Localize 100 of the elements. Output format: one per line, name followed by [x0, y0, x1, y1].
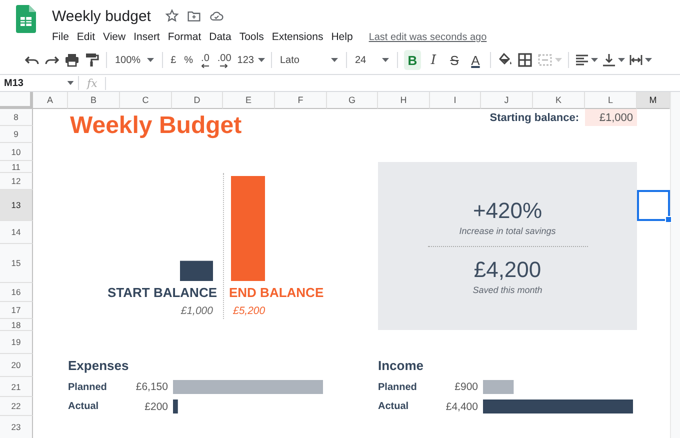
vertical-scrollbar[interactable] — [670, 92, 680, 438]
merge-cells-button[interactable] — [536, 52, 562, 68]
paint-roller-icon[interactable] — [84, 52, 100, 68]
caret-icon — [382, 58, 389, 62]
starting-balance-label: Starting balance: — [488, 112, 580, 124]
row-header[interactable]: 10 — [0, 143, 33, 161]
caret-icon — [146, 58, 154, 62]
menu-item[interactable]: Edit — [76, 31, 96, 43]
row-header[interactable]: 21 — [0, 377, 33, 397]
column-header[interactable]: L — [585, 92, 637, 109]
column-header[interactable]: I — [430, 92, 481, 109]
section-title: Expenses — [68, 358, 130, 373]
row-header[interactable]: 20 — [0, 354, 33, 377]
menu-item[interactable]: Help — [331, 31, 353, 43]
stat-caption: Increase in total savings — [459, 226, 556, 236]
value-label: £900 — [454, 381, 479, 393]
menu-item[interactable]: View — [103, 31, 126, 43]
caret-icon — [590, 58, 598, 62]
row-header[interactable]: 23 — [0, 416, 33, 438]
folder-icon[interactable] — [186, 9, 201, 23]
cell-selection[interactable] — [637, 190, 670, 221]
font-size-dropdown[interactable]: 24 — [354, 54, 389, 66]
text-wrap-icon[interactable] — [628, 53, 643, 67]
cloud-icon[interactable] — [208, 9, 224, 23]
row-header[interactable]: 8 — [0, 109, 33, 126]
bold-button[interactable]: B — [404, 50, 421, 70]
menu-item[interactable]: File — [52, 31, 69, 43]
row-header[interactable]: 9 — [0, 126, 33, 143]
menu-item[interactable]: Extensions — [272, 31, 324, 43]
value-label: £4,400 — [444, 400, 479, 412]
align-left-icon[interactable] — [574, 53, 589, 67]
stat-value: £4,200 — [474, 256, 542, 282]
decrease-decimals-button[interactable]: .0 — [199, 52, 212, 68]
align-bottom-icon[interactable] — [602, 53, 616, 67]
row-header[interactable]: 13 — [0, 190, 33, 221]
percent-button[interactable]: % — [182, 54, 196, 66]
value-label: £5,200 — [232, 304, 266, 316]
caret-icon — [258, 58, 265, 62]
number-format-dropdown[interactable]: 123 — [237, 54, 265, 66]
column-header[interactable]: J — [481, 92, 533, 109]
column-header[interactable]: B — [68, 92, 120, 109]
name-box[interactable]: M13 — [0, 76, 79, 90]
row-label: Actual — [68, 401, 100, 412]
row-header[interactable]: 16 — [0, 283, 33, 302]
value-label: £6,150 — [134, 381, 169, 393]
row-header[interactable]: 22 — [0, 397, 33, 416]
star-icon[interactable] — [164, 9, 179, 23]
menu-item[interactable]: Insert — [134, 31, 160, 43]
row-header[interactable]: 11 — [0, 161, 33, 173]
caret-icon — [618, 58, 625, 62]
text-wrap-button[interactable] — [628, 53, 652, 67]
borders-icon[interactable] — [516, 52, 533, 68]
document-title[interactable]: Weekly budget — [52, 8, 151, 24]
row-label: Planned — [378, 382, 418, 392]
row-header[interactable]: 14 — [0, 221, 33, 244]
italic-button[interactable]: I — [424, 50, 442, 70]
right-arrow-icon[interactable] — [220, 64, 228, 68]
font-dropdown[interactable]: Lato — [280, 54, 338, 66]
stat-caption: Saved this month — [472, 284, 542, 294]
text-color-button[interactable]: A — [466, 50, 484, 70]
menu-item[interactable]: Tools — [239, 31, 264, 43]
column-header[interactable]: A — [33, 92, 68, 109]
chart-bar — [180, 260, 213, 281]
print-icon[interactable] — [64, 52, 80, 68]
sheets-logo-icon[interactable] — [16, 5, 36, 33]
column-header[interactable]: F — [275, 92, 327, 109]
column-header[interactable]: M — [637, 92, 670, 109]
column-header[interactable]: H — [378, 92, 430, 109]
menu-item[interactable]: Data — [209, 31, 232, 43]
column-header[interactable]: E — [223, 92, 275, 109]
chart-bar — [483, 380, 514, 394]
menu-item[interactable]: Format — [168, 31, 202, 43]
column-header[interactable]: K — [533, 92, 585, 109]
caret-icon — [554, 58, 562, 62]
currency-button[interactable]: £ — [168, 54, 178, 66]
section-title: Income — [378, 358, 425, 373]
row-header[interactable]: 19 — [0, 331, 33, 354]
caret-icon — [330, 58, 338, 62]
starting-balance-cell: £1,000 — [585, 109, 637, 126]
column-header[interactable]: D — [172, 92, 223, 109]
fx-label: fx — [79, 76, 106, 90]
row-header[interactable]: 17 — [0, 302, 33, 319]
increase-decimals-button[interactable]: .00 — [215, 52, 234, 68]
strikethrough-button[interactable]: S — [446, 50, 463, 70]
stat-value: +420% — [472, 198, 542, 224]
left-arrow-icon[interactable] — [201, 64, 210, 68]
value-label: £200 — [144, 400, 169, 412]
vertical-align-button[interactable] — [602, 53, 625, 67]
row-header[interactable]: 15 — [0, 244, 33, 283]
chart-bar — [173, 400, 178, 414]
column-header[interactable]: G — [327, 92, 378, 109]
zoom-dropdown[interactable]: 100% — [115, 54, 154, 66]
last-edit-link[interactable]: Last edit was seconds ago — [368, 32, 487, 42]
row-header[interactable]: 12 — [0, 173, 33, 190]
row-header[interactable]: 18 — [0, 319, 33, 331]
category-label: END BALANCE — [228, 285, 324, 300]
caret-icon — [644, 58, 652, 62]
column-header[interactable]: C — [120, 92, 172, 109]
horizontal-align-button[interactable] — [574, 53, 598, 67]
row-label: Actual — [378, 401, 410, 412]
